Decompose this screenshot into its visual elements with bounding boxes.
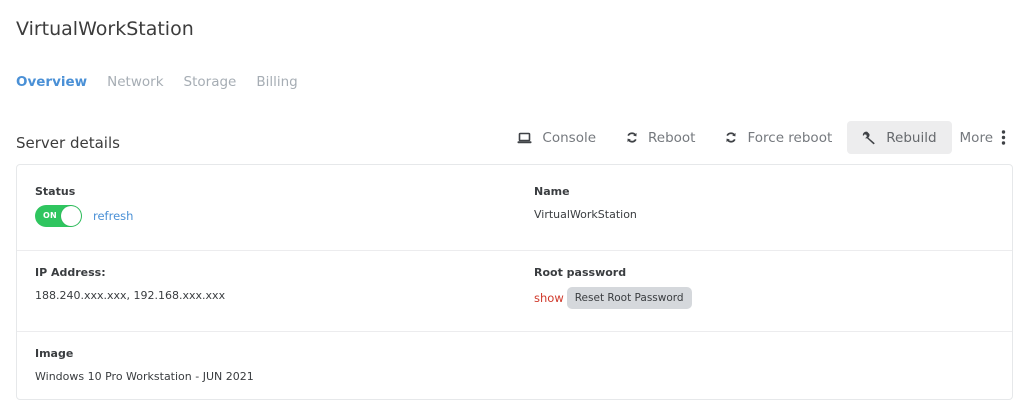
rebuild-label: Rebuild bbox=[886, 129, 937, 146]
details-row: Status ON refresh Name VirtualWorkStatio… bbox=[17, 165, 1012, 251]
force-reboot-label: Force reboot bbox=[747, 129, 833, 146]
refresh-icon bbox=[626, 131, 638, 144]
section-title: Server details bbox=[16, 134, 120, 152]
page: VirtualWorkStation Overview Network Stor… bbox=[0, 0, 1024, 408]
status-label: Status bbox=[35, 185, 76, 198]
tab-storage[interactable]: Storage bbox=[184, 74, 237, 90]
more-button[interactable]: More bbox=[952, 121, 1014, 154]
more-label: More bbox=[959, 129, 993, 146]
console-label: Console bbox=[542, 129, 597, 146]
root-password-label: Root password bbox=[534, 266, 627, 279]
tab-bar: Overview Network Storage Billing bbox=[16, 74, 318, 90]
details-row: IP Address: 188.240.xxx.xxx, 192.168.xxx… bbox=[17, 251, 1012, 332]
name-field: Name VirtualWorkStation bbox=[534, 185, 637, 221]
power-toggle[interactable]: ON bbox=[35, 205, 82, 227]
force-reboot-button[interactable]: Force reboot bbox=[710, 121, 847, 154]
image-field: Image Windows 10 Pro Workstation - JUN 2… bbox=[35, 347, 254, 383]
reset-root-password-button[interactable]: Reset Root Password bbox=[566, 287, 692, 309]
ip-address-field: IP Address: 188.240.xxx.xxx, 192.168.xxx… bbox=[35, 266, 225, 302]
tab-overview[interactable]: Overview bbox=[16, 74, 87, 90]
toggle-on-text: ON bbox=[43, 211, 57, 220]
laptop-icon bbox=[517, 132, 532, 144]
refresh-link[interactable]: refresh bbox=[93, 209, 133, 223]
tab-billing[interactable]: Billing bbox=[256, 74, 297, 90]
root-password-field: Root password show Reset Root Password bbox=[534, 266, 692, 309]
page-title: VirtualWorkStation bbox=[16, 18, 194, 40]
wrench-icon bbox=[862, 131, 876, 145]
image-value: Windows 10 Pro Workstation - JUN 2021 bbox=[35, 370, 254, 383]
name-label: Name bbox=[534, 185, 570, 198]
server-actions-toolbar: Console Reboot Force reboot Rebuild More bbox=[500, 121, 1014, 154]
status-field: Status ON refresh bbox=[35, 185, 133, 227]
reboot-label: Reboot bbox=[648, 129, 696, 146]
show-password-link[interactable]: show bbox=[534, 291, 564, 305]
toggle-knob bbox=[61, 206, 81, 226]
image-label: Image bbox=[35, 347, 74, 360]
rebuild-button[interactable]: Rebuild bbox=[847, 121, 952, 154]
console-button[interactable]: Console bbox=[502, 121, 611, 154]
details-row: Image Windows 10 Pro Workstation - JUN 2… bbox=[17, 332, 1012, 399]
reboot-button[interactable]: Reboot bbox=[611, 121, 710, 154]
tab-network[interactable]: Network bbox=[107, 74, 163, 90]
kebab-icon bbox=[1001, 130, 1006, 145]
refresh-icon bbox=[725, 131, 737, 144]
ip-address-value: 188.240.xxx.xxx, 192.168.xxx.xxx bbox=[35, 289, 226, 302]
name-value: VirtualWorkStation bbox=[534, 208, 637, 221]
server-details-card: Status ON refresh Name VirtualWorkStatio… bbox=[16, 164, 1013, 400]
ip-address-label: IP Address: bbox=[35, 266, 106, 279]
